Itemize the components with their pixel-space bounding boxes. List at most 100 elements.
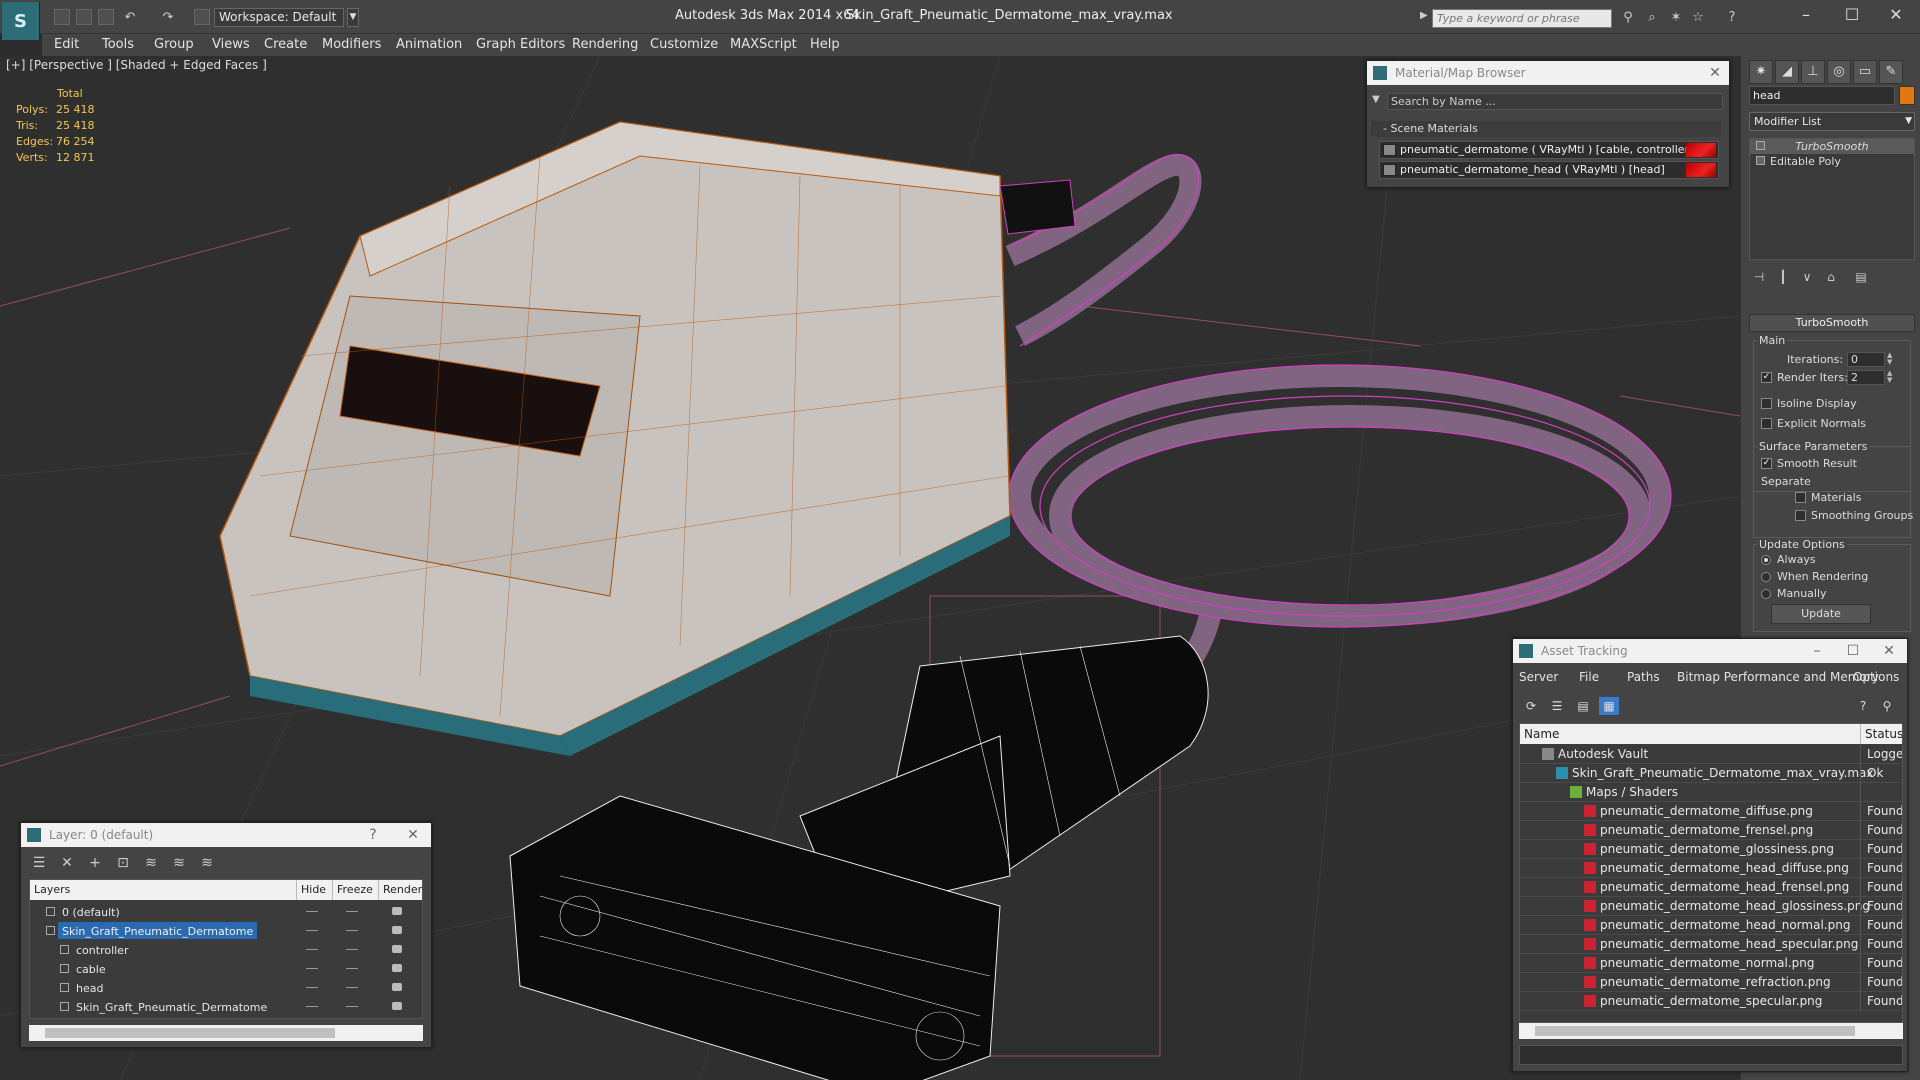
layer-name[interactable]: controller: [72, 941, 132, 958]
maximize-button[interactable]: ☐: [1832, 4, 1872, 26]
material-search-input[interactable]: Search by Name ...: [1387, 93, 1723, 110]
hide-toggle[interactable]: [306, 1006, 318, 1007]
layer-name[interactable]: Skin_Graft_Pneumatic_Dermatome: [72, 998, 271, 1015]
stack-item-editable-poly[interactable]: Editable Poly: [1750, 154, 1914, 169]
menu-item-graph-editors[interactable]: Graph Editors: [476, 34, 565, 56]
list-view-icon[interactable]: ☰: [1547, 697, 1567, 715]
layer-name[interactable]: cable: [72, 960, 110, 977]
make-unique-icon[interactable]: ∨: [1797, 268, 1817, 286]
workspace-dropdown[interactable]: Workspace: Default: [214, 8, 344, 27]
show-end-result-icon[interactable]: ┃: [1773, 268, 1793, 286]
display-tab-icon[interactable]: ▭: [1853, 60, 1877, 84]
asset-row[interactable]: pneumatic_dermatome_specular.png Found: [1520, 992, 1902, 1011]
materials-checkbox[interactable]: [1795, 492, 1806, 503]
asset-row[interactable]: pneumatic_dermatome_head_frensel.png Foun…: [1520, 878, 1902, 897]
render-column-header[interactable]: Render: [378, 880, 422, 900]
render-iters-spinner[interactable]: 2: [1847, 370, 1885, 385]
layer-row[interactable]: controller: [30, 940, 422, 959]
viewport-label[interactable]: [+] [Perspective ] [Shaded + Edged Faces…: [6, 58, 267, 72]
render-teapot-icon[interactable]: [392, 945, 402, 953]
new-file-icon[interactable]: [54, 9, 70, 25]
asset-row[interactable]: pneumatic_dermatome_head_glossiness.png F…: [1520, 897, 1902, 916]
menu-item-maxscript[interactable]: MAXScript: [730, 34, 797, 56]
iterations-spinner[interactable]: 0: [1847, 352, 1885, 367]
freeze-all-icon[interactable]: ≋: [197, 853, 217, 873]
manually-radio[interactable]: [1761, 589, 1771, 599]
redo-icon[interactable]: ↷: [160, 10, 176, 26]
motion-tab-icon[interactable]: ◎: [1827, 60, 1851, 84]
layer-row[interactable]: cable: [30, 959, 422, 978]
asset-row[interactable]: pneumatic_dermatome_head_specular.png Fou…: [1520, 935, 1902, 954]
hide-toggle[interactable]: [306, 911, 318, 912]
always-radio[interactable]: [1761, 555, 1771, 565]
turbosmooth-rollout[interactable]: TurboSmooth: [1749, 314, 1915, 332]
freeze-toggle[interactable]: [346, 987, 358, 988]
stack-item-turbosmooth[interactable]: TurboSmooth: [1750, 139, 1914, 154]
highlight-layer-icon[interactable]: ≋: [141, 853, 161, 873]
freeze-toggle[interactable]: [346, 949, 358, 950]
menu-item-views[interactable]: Views: [212, 34, 250, 56]
close-icon[interactable]: ✕: [399, 823, 427, 847]
explicit-normals-checkbox[interactable]: [1761, 418, 1772, 429]
horizontal-scrollbar[interactable]: [29, 1025, 423, 1041]
spinner-arrows-icon[interactable]: ▲ ▼: [1887, 352, 1895, 367]
hide-toggle[interactable]: [306, 930, 318, 931]
menu-item-edit[interactable]: Edit: [54, 34, 79, 56]
asset-row[interactable]: Skin_Graft_Pneumatic_Dermatome_max_vray.…: [1520, 764, 1902, 783]
render-iters-checkbox[interactable]: ✓: [1761, 372, 1772, 383]
close-button[interactable]: ✕: [1876, 4, 1916, 26]
when-rendering-radio[interactable]: [1761, 572, 1771, 582]
layer-name[interactable]: Skin_Graft_Pneumatic_Dermatome: [58, 922, 258, 939]
table-view-icon[interactable]: ▦: [1599, 697, 1619, 715]
minimize-button[interactable]: –: [1786, 4, 1826, 26]
hide-column-header[interactable]: Hide: [296, 880, 326, 900]
add-to-layer-icon[interactable]: +: [85, 853, 105, 873]
communication-icon[interactable]: ✶: [1668, 10, 1684, 26]
close-icon[interactable]: ✕: [1875, 639, 1903, 663]
asset-menu-file[interactable]: File: [1579, 667, 1599, 687]
new-layer-icon[interactable]: ☰: [29, 853, 49, 873]
menu-item-help[interactable]: Help: [810, 34, 840, 56]
asset-menu-server[interactable]: Server: [1519, 667, 1558, 687]
spinner-arrows-icon[interactable]: ▲ ▼: [1887, 370, 1895, 385]
scrollbar-thumb[interactable]: [45, 1028, 335, 1038]
undo-icon[interactable]: ↶: [122, 10, 138, 26]
search-icon[interactable]: ⌕: [1644, 10, 1660, 26]
tree-view-icon[interactable]: ▤: [1573, 697, 1593, 715]
status-column-header[interactable]: Status: [1860, 724, 1902, 744]
asset-menu-options[interactable]: Options: [1853, 667, 1899, 687]
save-file-icon[interactable]: [98, 9, 114, 25]
render-teapot-icon[interactable]: [392, 926, 402, 934]
material-item[interactable]: pneumatic_dermatome ( VRayMtl ) [cable, …: [1379, 141, 1719, 159]
object-color-swatch[interactable]: [1899, 86, 1915, 105]
hide-toggle[interactable]: [306, 968, 318, 969]
search-input[interactable]: Type a keyword or phrase: [1432, 9, 1612, 28]
menu-item-customize[interactable]: Customize: [650, 34, 718, 56]
horizontal-scrollbar[interactable]: [1519, 1023, 1903, 1039]
hide-toggle[interactable]: [306, 949, 318, 950]
refresh-icon[interactable]: ⟳: [1521, 697, 1541, 715]
asset-row[interactable]: pneumatic_dermatome_head_diffuse.png Foun…: [1520, 859, 1902, 878]
minimize-button[interactable]: –: [1803, 639, 1831, 663]
expand-icon[interactable]: [1756, 156, 1765, 165]
asset-row[interactable]: pneumatic_dermatome_diffuse.png Found: [1520, 802, 1902, 821]
help-icon[interactable]: ?: [1724, 10, 1740, 26]
layer-row[interactable]: Skin_Graft_Pneumatic_Dermatome: [30, 997, 422, 1016]
asset-menu-bitmap-performance-and-memory[interactable]: Bitmap Performance and Memory: [1677, 667, 1879, 687]
layer-row[interactable]: Skin_Graft_Pneumatic_Dermatome: [30, 921, 422, 940]
delete-layer-icon[interactable]: ✕: [57, 853, 77, 873]
hide-toggle[interactable]: [306, 987, 318, 988]
modify-tab-icon[interactable]: ◢: [1775, 60, 1799, 84]
menu-item-create[interactable]: Create: [264, 34, 307, 56]
layer-name[interactable]: head: [72, 979, 107, 996]
chevron-right-icon[interactable]: ▶: [1420, 10, 1428, 21]
menu-item-group[interactable]: Group: [154, 34, 194, 56]
favorites-star-icon[interactable]: ☆: [1690, 10, 1706, 26]
freeze-toggle[interactable]: [346, 930, 358, 931]
scene-materials-header[interactable]: - Scene Materials: [1371, 121, 1721, 137]
remove-modifier-icon[interactable]: ⌂: [1821, 268, 1841, 286]
smoothing-groups-checkbox[interactable]: [1795, 510, 1806, 521]
maximize-button[interactable]: ☐: [1839, 639, 1867, 663]
update-button[interactable]: Update: [1771, 604, 1871, 624]
material-browser-title-bar[interactable]: Material/Map Browser ✕: [1367, 61, 1729, 85]
